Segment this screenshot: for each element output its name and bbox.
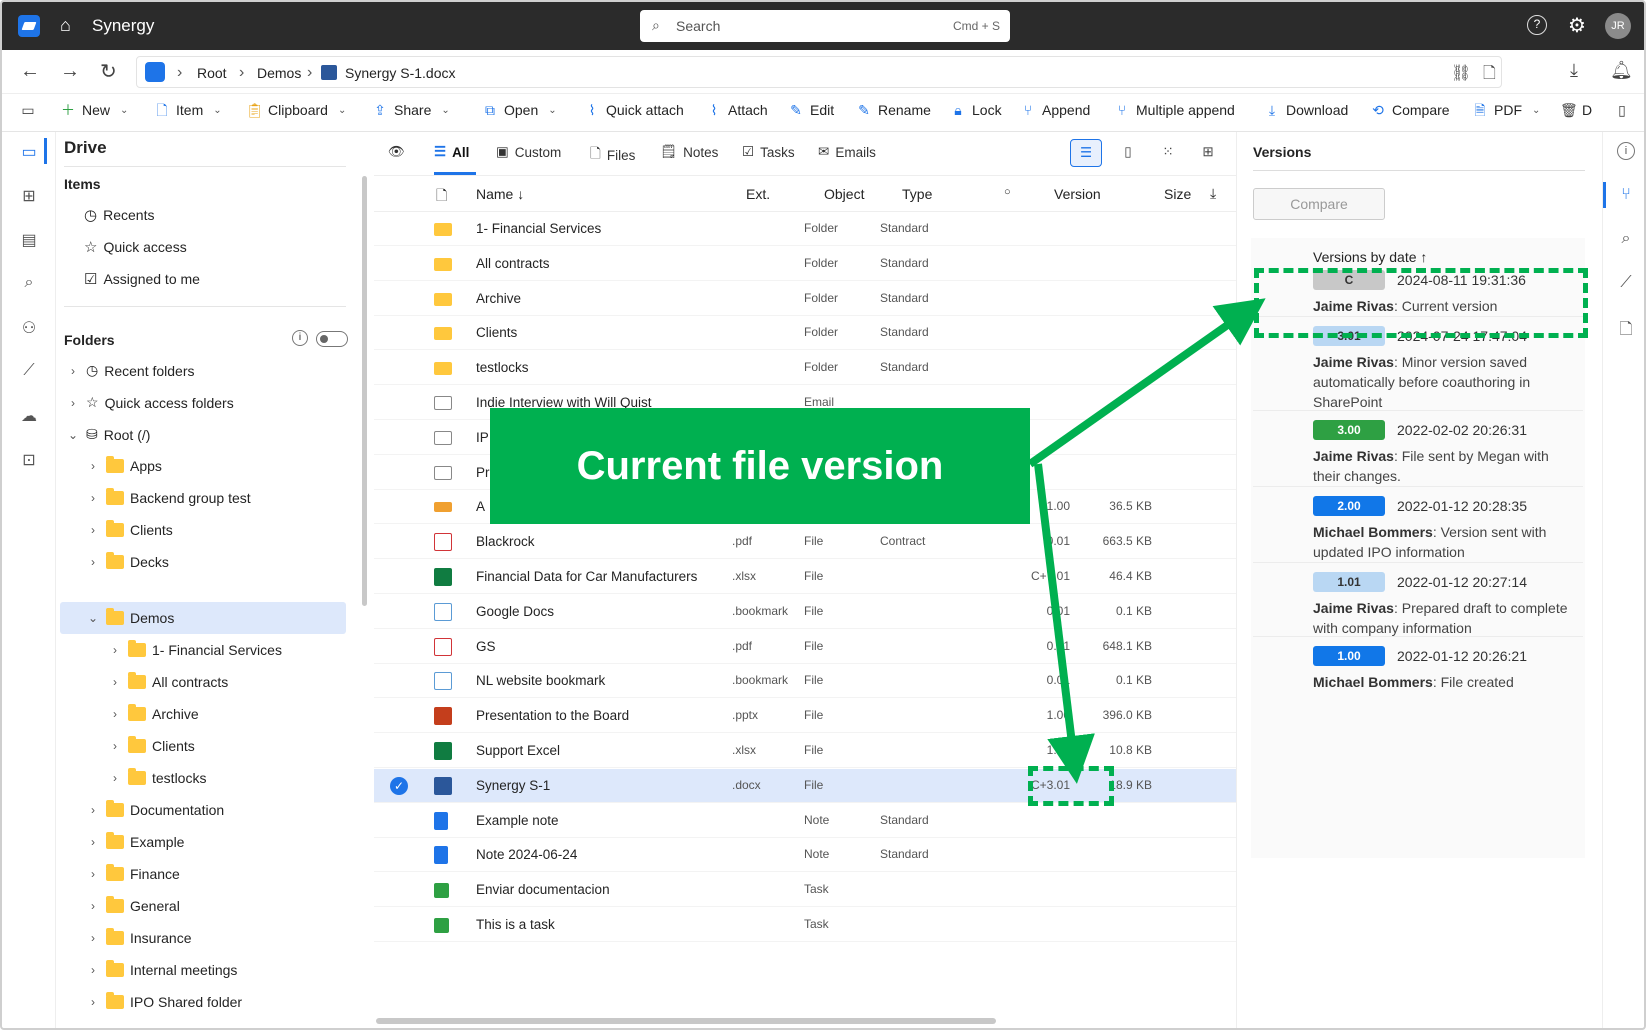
annotation-version-cell-box — [1028, 766, 1114, 806]
annotation-callout: Current file version — [490, 408, 1030, 524]
annotation-current-version-box — [1254, 268, 1588, 338]
arrow-to-versions-panel — [1027, 298, 1266, 468]
app-window: ⌂ Synergy ⌕ Search Cmd + S ? ⚙ JR ← → ↻ … — [0, 0, 1646, 1030]
arrow-to-version-cell — [1034, 463, 1095, 784]
